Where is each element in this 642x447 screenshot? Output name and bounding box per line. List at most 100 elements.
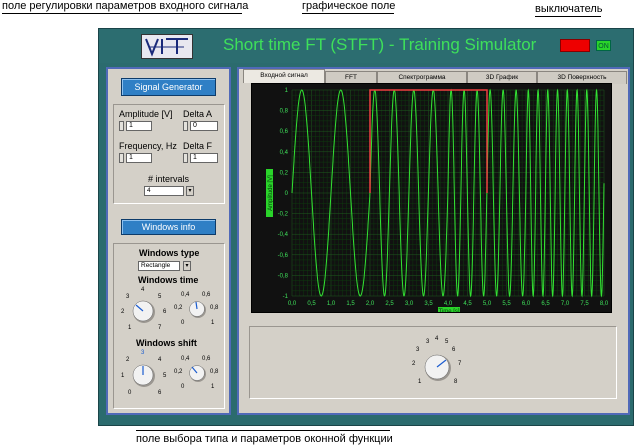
svg-text:0,4: 0,4 (181, 292, 190, 298)
annotation-input-params-underline (2, 13, 242, 14)
svg-text:3: 3 (141, 350, 145, 356)
svg-text:1: 1 (211, 320, 215, 326)
x-tick-label: 3,0 (405, 301, 414, 307)
y-tick-label: -1 (283, 294, 289, 300)
windows-shift-fine-knob[interactable]: 0,4 0,6 0,2 0,8 0 1 (174, 352, 224, 392)
x-tick-label: 6,0 (522, 301, 531, 307)
right-graph-panel: Входной сигнал FFT Спектрограмма 3D Граф… (237, 67, 630, 415)
annotation-input-params: поле регулировки параметров входного сиг… (2, 0, 249, 12)
svg-text:5: 5 (445, 339, 449, 345)
svg-text:5: 5 (158, 294, 162, 300)
frequency-label: Frequency, Hz (119, 141, 177, 151)
windows-shift-knob[interactable]: 3 2 4 1 5 0 6 (120, 347, 170, 397)
delta-a-label: Delta A (183, 109, 213, 119)
frequency-stepper[interactable] (119, 153, 124, 163)
svg-text:3: 3 (416, 347, 420, 353)
svg-text:6: 6 (158, 390, 162, 396)
power-on-indicator: ON (596, 40, 611, 51)
delta-f-label: Delta F (183, 141, 213, 151)
windows-type-label: Windows type (139, 248, 200, 258)
signal-params-group: Amplitude [V] 1 Delta A 0 Frequency, Hz … (113, 104, 225, 204)
bottom-knob-panel: 435 36 27 18 (249, 326, 617, 399)
annotation-graph-field: графическое поле (302, 0, 396, 12)
x-tick-label: 7,0 (561, 301, 570, 307)
svg-text:6: 6 (163, 309, 167, 315)
svg-text:2: 2 (412, 361, 416, 367)
x-axis-label: Time [s] (438, 309, 459, 312)
y-tick-label: 0 (285, 191, 289, 197)
x-tick-label: 8,0 (600, 301, 609, 307)
svg-text:4: 4 (435, 336, 439, 342)
svg-text:3: 3 (126, 294, 130, 300)
delta-a-input[interactable]: 0 (190, 121, 218, 131)
y-tick-label: 0,6 (280, 129, 289, 135)
logo-icon (141, 34, 193, 59)
svg-text:7: 7 (458, 361, 462, 367)
delta-a-stepper[interactable] (183, 121, 188, 131)
svg-text:0,4: 0,4 (181, 356, 190, 362)
app-title: Short time FT (STFT) - Training Simulato… (223, 35, 537, 54)
power-switch[interactable] (560, 39, 590, 52)
annotation-window-select-underline (136, 430, 390, 431)
y-tick-label: -0,2 (278, 212, 289, 218)
svg-text:8: 8 (454, 379, 458, 385)
intervals-select[interactable]: 4 (144, 186, 184, 196)
simulator-window: Short time FT (STFT) - Training Simulato… (98, 28, 634, 426)
y-tick-label: -0,8 (278, 273, 289, 279)
delta-f-input[interactable]: 1 (190, 153, 218, 163)
x-tick-label: 0,5 (307, 301, 316, 307)
svg-text:0,6: 0,6 (202, 292, 211, 298)
svg-text:2: 2 (126, 357, 130, 363)
svg-text:2: 2 (121, 309, 125, 315)
windows-type-select[interactable]: Rectangle (138, 261, 180, 271)
y-tick-label: 1 (285, 88, 289, 94)
annotation-switch: выключатель (535, 3, 603, 15)
svg-text:0: 0 (128, 390, 132, 396)
x-tick-label: 1,0 (327, 301, 336, 307)
windows-time-fine-knob[interactable]: 0,4 0,6 0,2 0,8 0 1 (174, 288, 224, 328)
svg-text:0,2: 0,2 (174, 305, 183, 311)
svg-text:5: 5 (163, 373, 167, 379)
frequency-input[interactable]: 1 (126, 153, 152, 163)
svg-text:1: 1 (121, 373, 125, 379)
intervals-label: # intervals (148, 174, 190, 184)
svg-text:0: 0 (181, 384, 185, 390)
title-bar: Short time FT (STFT) - Training Simulato… (99, 29, 633, 63)
x-tick-label: 6,5 (541, 301, 550, 307)
graph-area: 0,0 0,5 1,0 1,5 2,0 2,5 3,0 3,5 4,0 4,5 5,0 5,5 6,0 6… (251, 83, 612, 315)
left-control-panel: Signal Generator Amplitude [V] 1 Delta A… (106, 67, 231, 415)
amplitude-input[interactable]: 1 (126, 121, 152, 131)
svg-text:7: 7 (158, 325, 162, 331)
signal-generator-button[interactable]: Signal Generator (121, 78, 216, 96)
svg-text:3: 3 (426, 339, 430, 345)
svg-text:0: 0 (181, 320, 185, 326)
svg-text:0,6: 0,6 (202, 356, 211, 362)
y-tick-label: 0,8 (280, 109, 289, 115)
svg-text:1: 1 (211, 384, 215, 390)
windows-type-dropdown-arrow-icon[interactable]: ▾ (183, 261, 191, 271)
tab-input-signal[interactable]: Входной сигнал (243, 69, 325, 83)
amplitude-label: Amplitude [V] (119, 109, 173, 119)
svg-text:1: 1 (418, 379, 422, 385)
intervals-dropdown-arrow-icon[interactable]: ▾ (186, 186, 194, 196)
svg-text:0,8: 0,8 (210, 369, 219, 375)
svg-text:1: 1 (128, 325, 132, 331)
annotation-graph-field-underline (302, 13, 394, 14)
amplitude-stepper[interactable] (119, 121, 124, 131)
delta-f-stepper[interactable] (183, 153, 188, 163)
svg-text:6: 6 (452, 347, 456, 353)
x-tick-label: 4,5 (463, 301, 472, 307)
x-tick-label: 0,0 (288, 301, 297, 307)
window-params-group: Windows type Rectangle ▾ Windows time 43… (113, 243, 225, 409)
windows-time-knob[interactable]: 4 3 5 2 6 1 7 (120, 284, 170, 332)
annotation-window-select: поле выбора типа и параметров оконной фу… (136, 433, 393, 445)
y-tick-label: 0,2 (280, 170, 289, 176)
svg-text:4: 4 (141, 287, 145, 293)
x-tick-label: 5,5 (502, 301, 511, 307)
bottom-knob[interactable]: 43 5 36 27 18 (406, 333, 470, 393)
x-tick-label: 2,5 (385, 301, 394, 307)
y-tick-label: 0,4 (280, 150, 289, 156)
windows-info-button[interactable]: Windows info (121, 219, 216, 235)
x-tick-label: 2,0 (366, 301, 375, 307)
y-tick-label: -0,4 (278, 232, 289, 238)
